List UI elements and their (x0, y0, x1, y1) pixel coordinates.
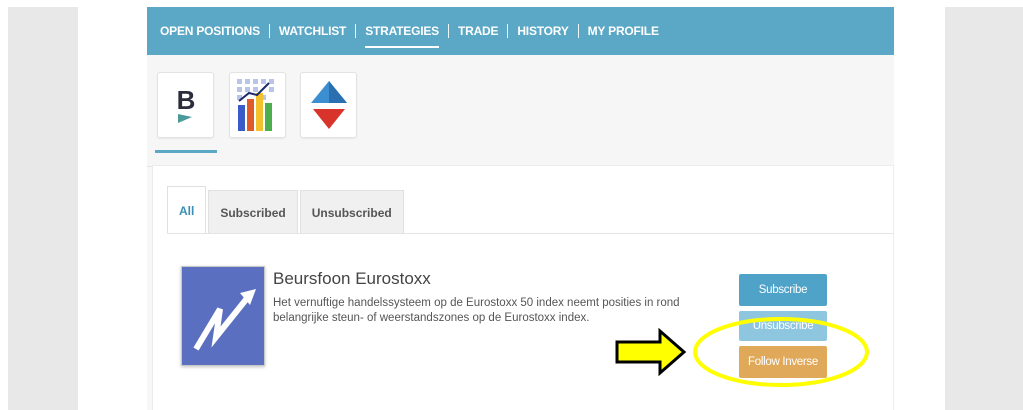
nav-open-positions[interactable]: OPEN POSITIONS (151, 24, 269, 38)
nav-watchlist[interactable]: WATCHLIST (270, 24, 355, 38)
follow-inverse-button[interactable]: Follow Inverse (739, 346, 827, 378)
strategy-icon-bar: B (147, 55, 894, 167)
left-margin (8, 7, 78, 410)
strategy-icon-chart[interactable] (229, 72, 286, 138)
strategy-icon-updown[interactable] (300, 72, 357, 138)
strategy-title: Beursfoon Eurostoxx (273, 269, 431, 288)
top-navigation: OPEN POSITIONS WATCHLIST STRATEGIES TRAD… (147, 7, 894, 55)
nav-history[interactable]: HISTORY (508, 24, 577, 38)
strategy-description: Het vernuftige handelssysteem op de Euro… (273, 297, 680, 324)
tabs-divider (167, 233, 893, 234)
screenshot-stage: OPEN POSITIONS WATCHLIST STRATEGIES TRAD… (0, 0, 1023, 410)
up-down-arrows-icon (310, 81, 347, 129)
bar-chart-grid-icon (236, 79, 274, 131)
zigzag-arrow-icon (193, 289, 256, 351)
right-margin (945, 7, 1023, 410)
subscribe-button[interactable]: Subscribe (739, 274, 827, 306)
nav-my-profile[interactable]: MY PROFILE (579, 24, 668, 38)
strategy-filter-tabs: All Subscribed Unsubscribed (167, 186, 406, 234)
strategies-panel: All Subscribed Unsubscribed Beursfoon Eu… (152, 165, 894, 410)
active-icon-indicator (155, 150, 217, 153)
beursfoon-b-logo-icon: B (176, 85, 195, 123)
strategy-logo (181, 266, 265, 366)
unsubscribe-button[interactable]: Unsubscribe (739, 311, 827, 341)
nav-trade[interactable]: TRADE (449, 24, 507, 38)
tab-unsubscribed[interactable]: Unsubscribed (299, 190, 404, 234)
app-window: OPEN POSITIONS WATCHLIST STRATEGIES TRAD… (147, 7, 894, 410)
nav-strategies[interactable]: STRATEGIES (356, 24, 448, 48)
strategy-icon-beursfoon[interactable]: B (157, 72, 214, 138)
b-letter: B (176, 85, 195, 115)
tab-all[interactable]: All (167, 186, 207, 234)
tab-subscribed[interactable]: Subscribed (208, 190, 298, 234)
